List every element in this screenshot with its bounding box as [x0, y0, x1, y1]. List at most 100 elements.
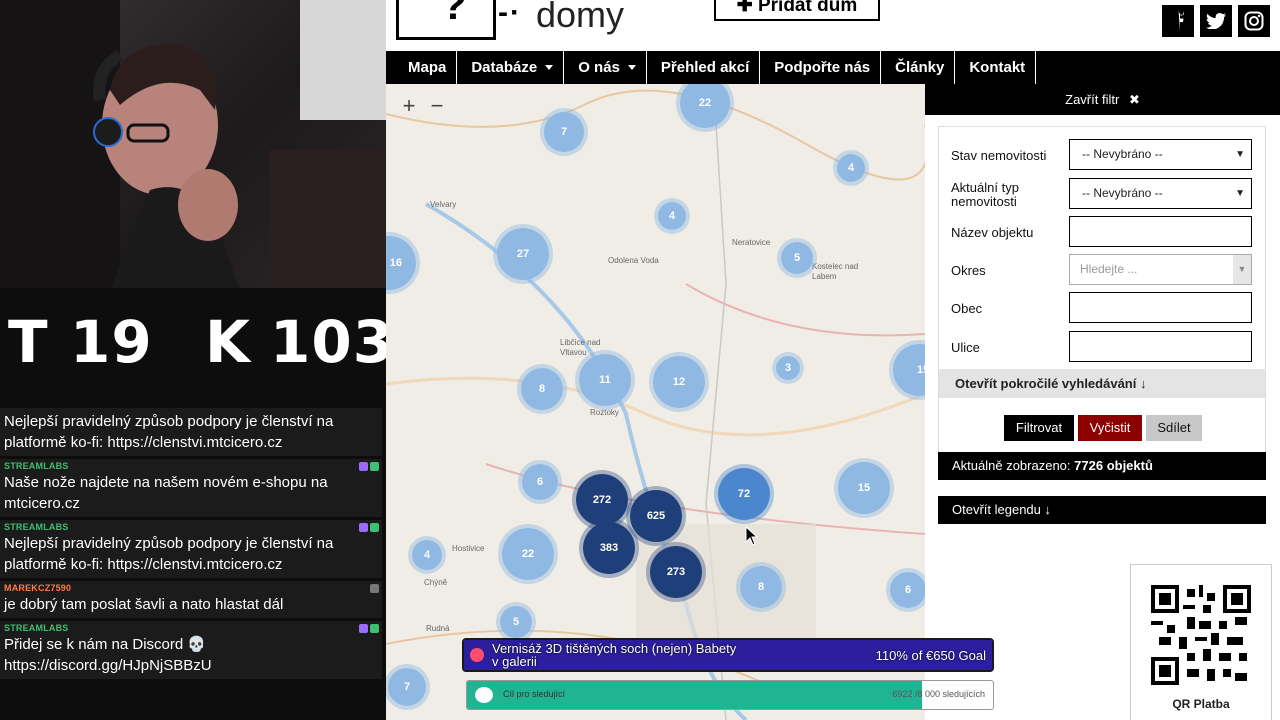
- advanced-search-toggle[interactable]: Otevřít pokročilé vyhledávání ↓: [939, 369, 1265, 398]
- chat-message-text: Nejlepší pravidelný způsob podpory je čl…: [4, 413, 334, 451]
- twitter-link[interactable]: [1200, 5, 1232, 37]
- clear-button[interactable]: Vyčistit: [1078, 415, 1142, 441]
- shown-count-value: 7726 objektů: [1074, 458, 1153, 473]
- subscriber-badge-icon: [359, 523, 368, 532]
- chat-message: Nejlepší pravidelný způsob podpory je čl…: [0, 408, 382, 456]
- okres-combobox[interactable]: Hledejte ... ▼: [1069, 254, 1252, 285]
- facebook-icon: [1178, 11, 1184, 31]
- nav-item-prehled-akci[interactable]: Přehled akcí: [651, 51, 761, 84]
- nav-item-clanky[interactable]: Články: [885, 51, 956, 84]
- map-cluster-marker[interactable]: 8: [736, 562, 786, 612]
- instagram-icon: [1244, 11, 1264, 31]
- chat-feed: Nejlepší pravidelný způsob podpory je čl…: [0, 408, 382, 720]
- score-t-value: 19: [70, 308, 153, 376]
- chevron-down-icon: ▼: [1233, 255, 1251, 284]
- subscriber-badge-icon: [359, 462, 368, 471]
- instagram-link[interactable]: [1238, 5, 1270, 37]
- map-cluster-marker[interactable]: 4: [408, 536, 446, 574]
- qr-payment-box: QR Platba: [1130, 564, 1272, 720]
- logo[interactable]: ?: [396, 0, 496, 40]
- chevron-down-icon: [627, 65, 636, 70]
- verified-badge-icon: [370, 523, 379, 532]
- add-house-label: Přidat dům: [757, 0, 858, 16]
- plus-icon: ✚: [736, 0, 758, 16]
- nazev-label: Název objektu: [951, 225, 1034, 240]
- donation-goal-amount: 110% of €650 Goal: [875, 648, 986, 663]
- arrow-down-icon: ↓: [1139, 376, 1147, 391]
- nav-item-label: O nás: [578, 59, 620, 76]
- map-cluster-marker[interactable]: 383: [579, 518, 639, 578]
- score-k-label: K: [205, 308, 251, 376]
- map-cluster-marker[interactable]: 8: [517, 364, 567, 414]
- chat-username: STREAMLABS: [4, 461, 69, 471]
- chat-message: MAREKCZ7590 je dobrý tam poslat šavli a …: [0, 581, 382, 618]
- map-place-label: Hostivice: [452, 544, 485, 553]
- map-cluster-marker[interactable]: 11: [575, 350, 635, 410]
- typ-select-value: -- Nevybráno --: [1082, 186, 1163, 200]
- okres-label: Okres: [951, 263, 986, 278]
- nav-item-label: Podpořte nás: [774, 59, 871, 76]
- chat-message: STREAMLABS Nejlepší pravidelný způsob po…: [0, 520, 382, 578]
- obec-input[interactable]: [1069, 292, 1252, 323]
- zoom-in-button[interactable]: +: [396, 94, 422, 120]
- map-cluster-marker[interactable]: 6: [518, 460, 562, 504]
- chat-username: STREAMLABS: [4, 623, 69, 633]
- nav-item-mapa[interactable]: Mapa: [398, 51, 458, 84]
- nav-item-o-nas[interactable]: O nás: [568, 51, 647, 84]
- facebook-link[interactable]: [1162, 5, 1194, 37]
- chat-message-text: Nejlepší pravidelný způsob podpory je čl…: [4, 535, 334, 573]
- map-place-label: Chýně: [424, 578, 448, 587]
- okres-placeholder: Hledejte ...: [1080, 262, 1138, 276]
- zoom-out-button[interactable]: −: [424, 94, 450, 120]
- subscriber-badge-icon: [359, 624, 368, 633]
- verified-badge-icon: [370, 462, 379, 471]
- stav-select[interactable]: -- Nevybráno -- ▼: [1069, 139, 1252, 170]
- follower-goal-count: 6922 /8 000 sledujících: [892, 689, 985, 699]
- logo-question-mark-icon: ?: [441, 0, 467, 28]
- nav-item-podporte-nas[interactable]: Podpořte nás: [764, 51, 882, 84]
- typ-select[interactable]: -- Nevybráno -- ▼: [1069, 178, 1252, 209]
- advanced-search-label: Otevřít pokročilé vyhledávání: [955, 376, 1137, 391]
- follower-goal-label: Cíl pro sledující: [503, 689, 566, 699]
- chat-message-text: Přidej se k nám na Discord 💀 https://dis…: [4, 636, 212, 674]
- donation-goal-title: Vernisáž 3D tištěných soch (nejen) Babet…: [492, 641, 737, 669]
- ulice-input[interactable]: [1069, 331, 1252, 362]
- map-cluster-marker[interactable]: 22: [498, 524, 558, 584]
- stream-overlay-column: T 19 K 103 Nejlepší pravidelný způsob po…: [0, 0, 386, 720]
- nazev-input[interactable]: [1069, 216, 1252, 247]
- map-cluster-marker[interactable]: 5: [777, 238, 817, 278]
- twitter-icon: [1206, 13, 1226, 29]
- map-cluster-marker[interactable]: 72: [714, 464, 774, 524]
- map-cluster-marker[interactable]: 15: [834, 458, 894, 518]
- qr-code-icon: [1151, 585, 1251, 685]
- add-house-button[interactable]: ✚ Přidat dům: [714, 0, 880, 21]
- map-cluster-marker[interactable]: 273: [646, 542, 706, 602]
- nav-item-label: Mapa: [408, 59, 447, 76]
- nav-item-kontakt[interactable]: Kontakt: [959, 51, 1037, 84]
- map-cluster-marker[interactable]: 7: [386, 664, 430, 710]
- open-legend-button[interactable]: Otevřít legendu ↓: [938, 496, 1266, 524]
- map-view[interactable]: Velvary Odolena Voda Neratovice Kostelec…: [386, 84, 925, 720]
- filter-button[interactable]: Filtrovat: [1004, 415, 1074, 441]
- map-cluster-marker[interactable]: 7: [540, 108, 588, 156]
- score-t-label: T: [8, 308, 49, 376]
- background-shelf: [270, 150, 386, 288]
- map-cluster-marker[interactable]: 4: [833, 150, 869, 186]
- nav-item-databaze[interactable]: Databáze: [461, 51, 565, 84]
- filter-panel: Stav nemovitosti -- Nevybráno -- ▼ Aktuá…: [938, 126, 1266, 480]
- ulice-label: Ulice: [951, 340, 980, 355]
- map-cluster-marker[interactable]: 3: [772, 352, 804, 384]
- map-cluster-marker[interactable]: 12: [649, 352, 709, 412]
- map-cluster-marker[interactable]: 5: [496, 602, 536, 642]
- obec-label: Obec: [951, 301, 983, 316]
- chevron-down-icon: [545, 65, 554, 70]
- map-cluster-marker[interactable]: 4: [654, 198, 690, 234]
- website-viewport: ? -· domy ✚ Přidat dům Mapa Databáze O n…: [386, 0, 1280, 720]
- chat-message: STREAMLABS Naše nože najdete na našem no…: [0, 459, 382, 517]
- map-cluster-marker[interactable]: 6: [886, 568, 925, 612]
- arrow-down-icon: ↓: [1044, 502, 1052, 517]
- chat-badges: [370, 584, 379, 593]
- close-filter-button[interactable]: Zavřít filtr ✖: [925, 84, 1280, 115]
- map-cluster-marker[interactable]: 27: [493, 224, 553, 284]
- share-button[interactable]: Sdílet: [1146, 415, 1202, 441]
